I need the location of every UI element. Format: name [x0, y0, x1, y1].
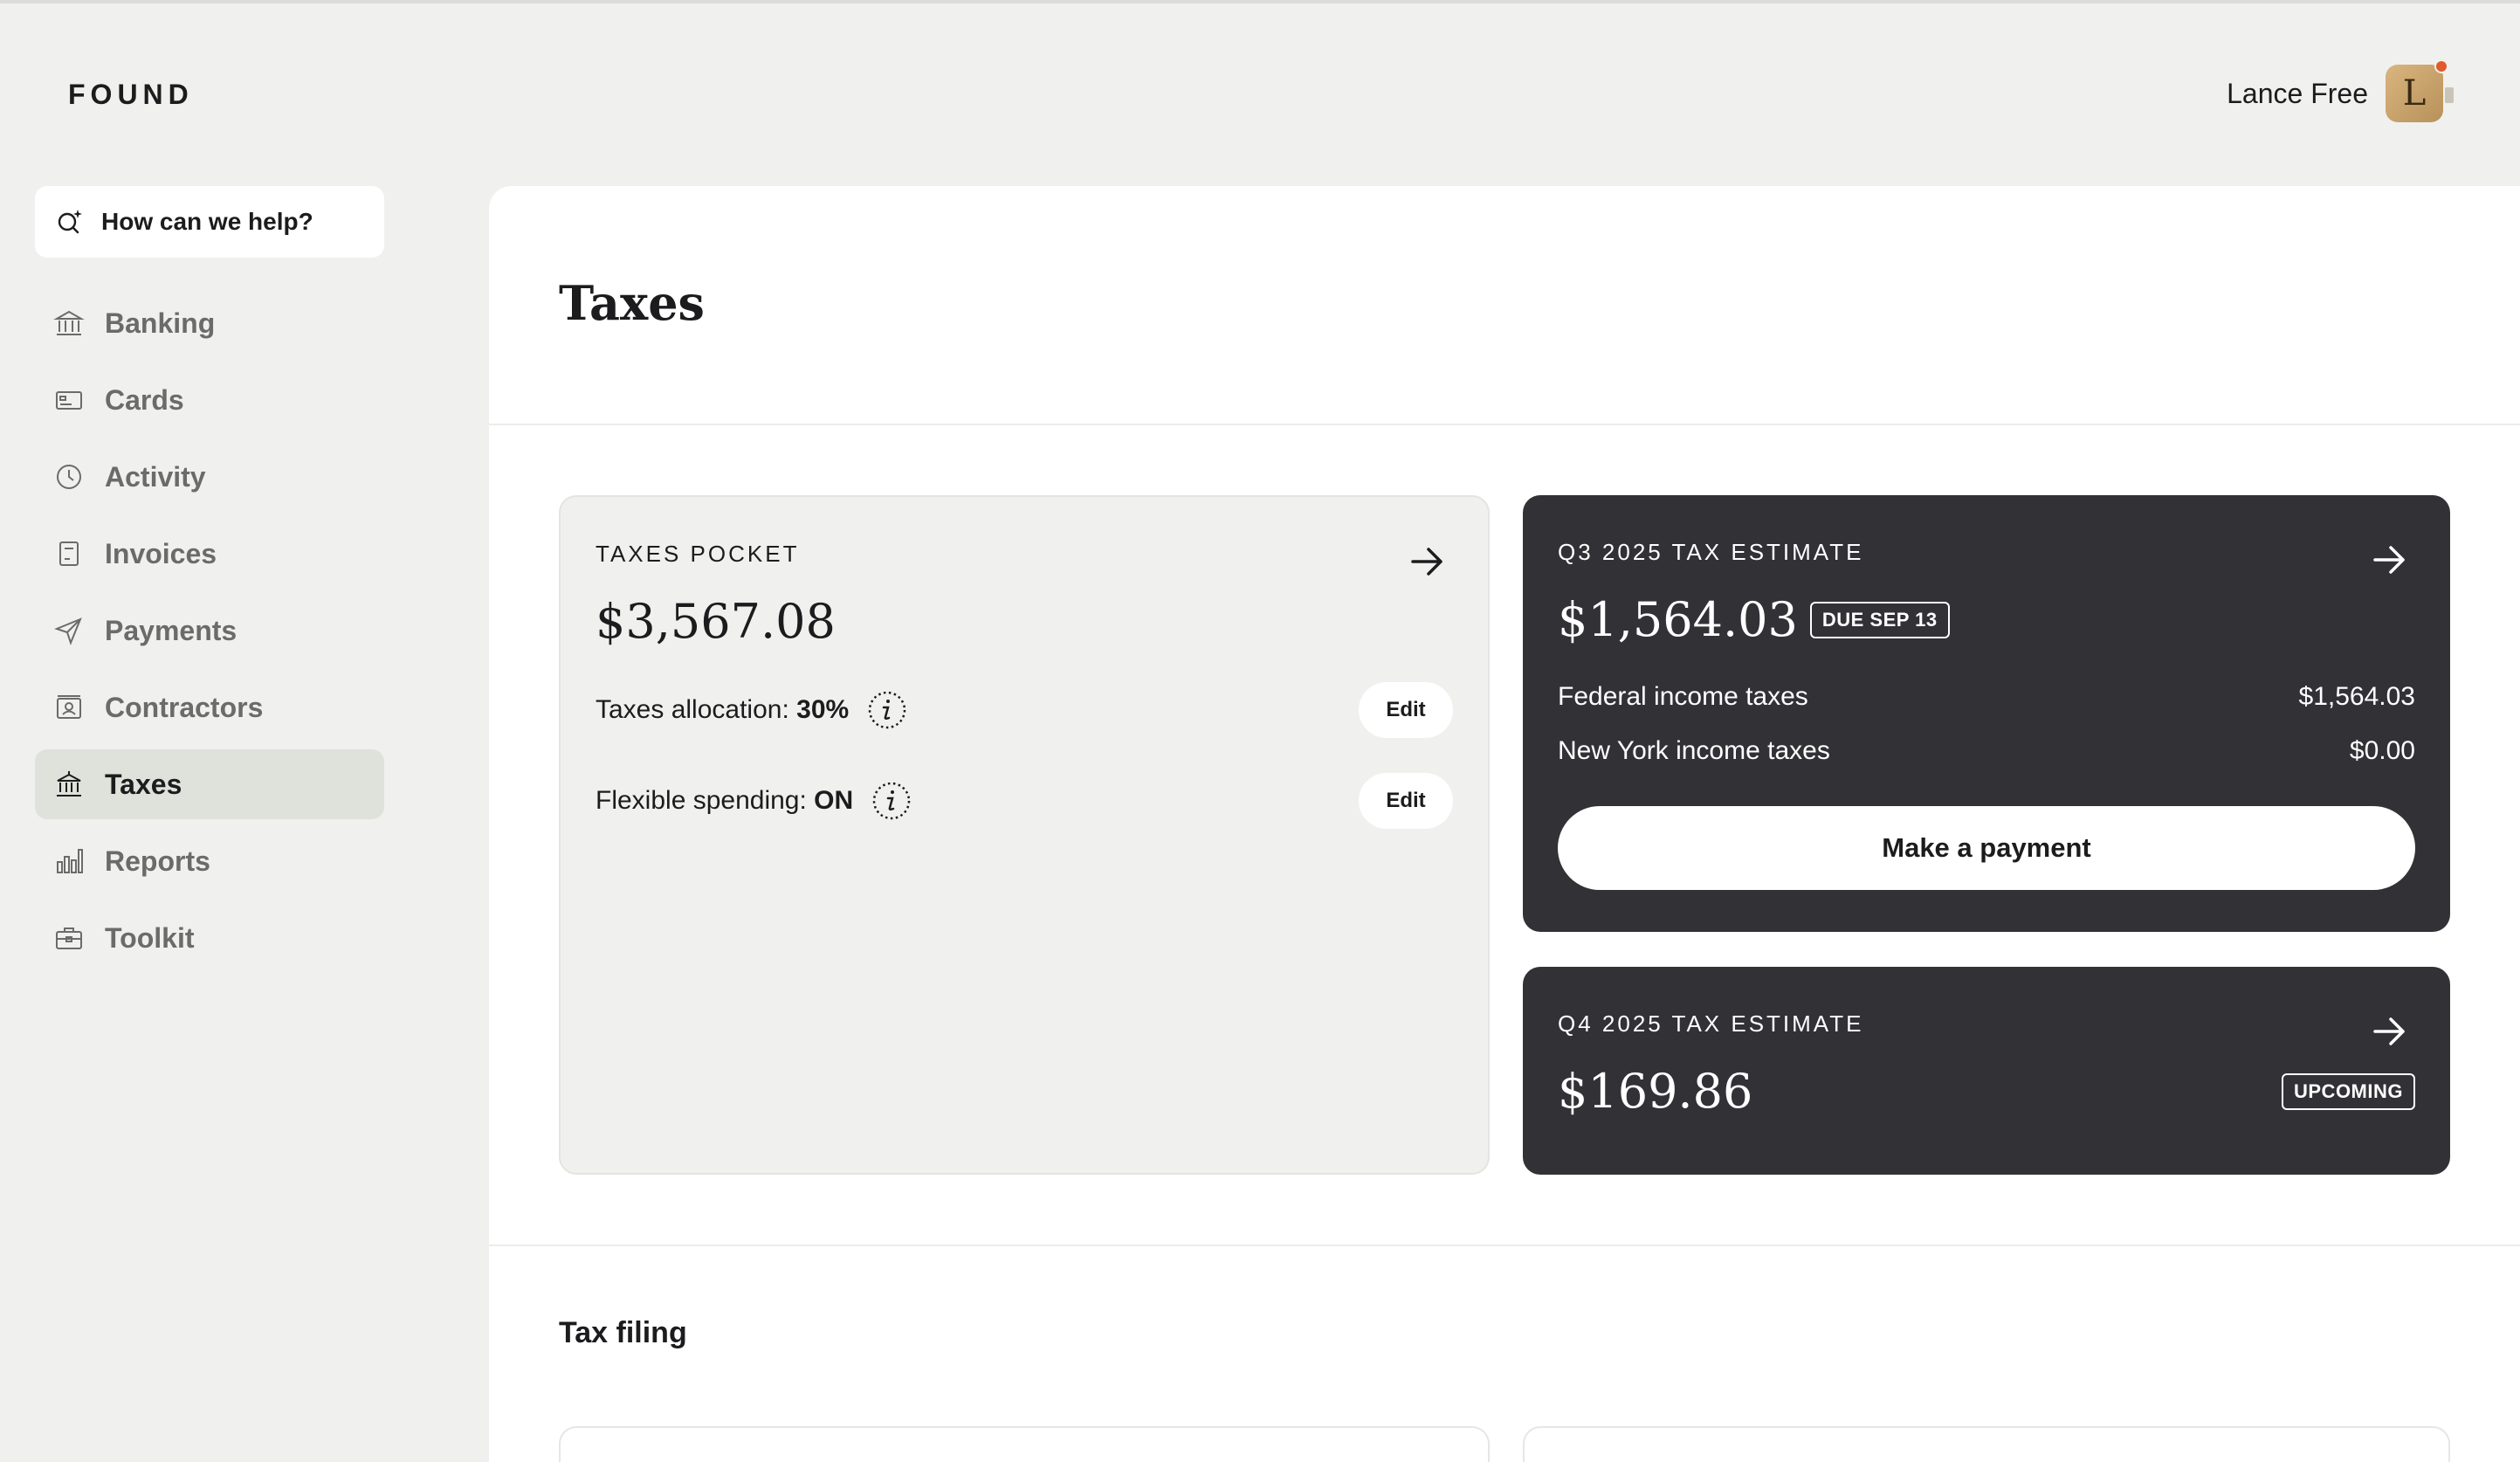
q4-estimate-card[interactable]: Q4 2025 TAX ESTIMATE $169.86 UPCOMING	[1523, 967, 2450, 1175]
sidebar-item-label: Reports	[105, 845, 210, 877]
sidebar-nav: Banking Cards Activity Invoices Payments…	[35, 288, 384, 980]
contractor-icon	[57, 695, 81, 719]
upcoming-badge: UPCOMING	[2282, 1072, 2415, 1110]
bank-icon	[53, 310, 85, 335]
allocation-text: Taxes allocation: 30%	[596, 695, 849, 725]
sidebar-item-payments[interactable]: Payments	[35, 596, 384, 665]
sidebar-item-label: Banking	[105, 307, 216, 339]
main-panel: Taxes TAXES POCKET $3,567.08 Taxes alloc…	[489, 186, 2520, 1462]
send-icon	[54, 617, 82, 645]
sidebar-item-invoices[interactable]: Invoices	[35, 519, 384, 589]
due-date-badge: DUE SEP 13	[1809, 601, 1950, 638]
avatar-tab-icon	[2445, 87, 2454, 103]
taxes-pocket-amount: $3,567.08	[596, 594, 836, 649]
tax-filing-card[interactable]	[1523, 1426, 2450, 1462]
new-york-row: New York income taxes $0.00	[1558, 736, 2415, 766]
help-search-label: How can we help?	[101, 208, 313, 235]
sidebar-item-reports[interactable]: Reports	[35, 826, 384, 896]
arrow-right-icon[interactable]	[2368, 539, 2410, 581]
invoice-icon	[59, 541, 79, 566]
sidebar-item-banking[interactable]: Banking	[35, 288, 384, 358]
user-name[interactable]: Lance Free	[2227, 78, 2368, 110]
section-divider	[489, 1245, 2520, 1246]
info-icon[interactable]	[866, 689, 908, 731]
edit-allocation-button[interactable]: Edit	[1359, 682, 1453, 738]
edit-flexible-button[interactable]: Edit	[1359, 773, 1453, 829]
q4-amount: $169.86	[1558, 1064, 1753, 1119]
q3-amount: $1,564.03	[1558, 592, 1798, 647]
bar-chart-icon	[57, 849, 83, 873]
sidebar-item-label: Payments	[105, 614, 238, 646]
clock-icon	[57, 465, 81, 489]
info-icon[interactable]	[871, 780, 912, 822]
allocation-value: 30%	[796, 695, 850, 724]
taxes-pocket-card[interactable]: TAXES POCKET $3,567.08 Taxes allocation:…	[559, 495, 1490, 1175]
help-search-button[interactable]: How can we help?	[35, 186, 384, 258]
flexible-label: Flexible spending:	[596, 786, 807, 815]
sidebar-item-taxes[interactable]: Taxes	[35, 749, 384, 819]
avatar[interactable]: L	[2386, 59, 2454, 122]
toolbox-icon	[56, 928, 82, 949]
flexible-row: Flexible spending: ON Edit	[596, 773, 1453, 829]
taxes-pocket-eyebrow: TAXES POCKET	[596, 541, 800, 567]
search-sparkle-icon	[58, 210, 82, 234]
notification-dot-icon	[2434, 59, 2448, 73]
sidebar-item-label: Contractors	[105, 691, 264, 723]
sidebar-item-label: Taxes	[105, 768, 182, 800]
avatar-initial: L	[2402, 73, 2427, 114]
arrow-right-icon[interactable]	[2368, 1010, 2410, 1052]
tax-filing-title: Tax filing	[559, 1316, 687, 1349]
taxes-icon	[57, 771, 81, 797]
sidebar-item-label: Invoices	[105, 537, 217, 569]
new-york-value: $0.00	[2349, 736, 2415, 765]
app-logo[interactable]: FOUND	[68, 79, 194, 111]
q4-eyebrow: Q4 2025 TAX ESTIMATE	[1558, 1010, 1864, 1037]
new-york-label: New York income taxes	[1558, 736, 1830, 765]
sidebar-item-label: Activity	[105, 460, 206, 493]
federal-label: Federal income taxes	[1558, 682, 1808, 711]
flexible-text: Flexible spending: ON	[596, 786, 853, 816]
q4-amount-row: $169.86 UPCOMING	[1558, 1064, 2415, 1119]
make-payment-button[interactable]: Make a payment	[1558, 806, 2415, 890]
user-menu[interactable]: Lance Free L	[2227, 59, 2454, 122]
q3-amount-row: $1,564.03 DUE SEP 13	[1558, 592, 2415, 647]
sidebar-item-contractors[interactable]: Contractors	[35, 672, 384, 742]
federal-value: $1,564.03	[2298, 682, 2415, 711]
q3-eyebrow: Q3 2025 TAX ESTIMATE	[1558, 539, 1864, 565]
page-title: Taxes	[559, 275, 705, 331]
flexible-value: ON	[814, 786, 854, 815]
sidebar-item-toolkit[interactable]: Toolkit	[35, 903, 384, 973]
sidebar-item-cards[interactable]: Cards	[35, 365, 384, 435]
allocation-label: Taxes allocation:	[596, 695, 789, 724]
tax-filing-card[interactable]	[559, 1426, 1490, 1462]
sidebar-item-label: Cards	[105, 383, 184, 416]
top-border	[0, 0, 2520, 3]
sidebar-item-activity[interactable]: Activity	[35, 442, 384, 512]
header-divider	[489, 424, 2520, 425]
arrow-right-icon[interactable]	[1406, 541, 1448, 583]
allocation-row: Taxes allocation: 30% Edit	[596, 682, 1453, 738]
q3-estimate-card[interactable]: Q3 2025 TAX ESTIMATE $1,564.03 DUE SEP 1…	[1523, 495, 2450, 932]
sidebar-item-label: Toolkit	[105, 921, 195, 954]
card-icon	[56, 391, 82, 410]
federal-row: Federal income taxes $1,564.03	[1558, 682, 2415, 712]
